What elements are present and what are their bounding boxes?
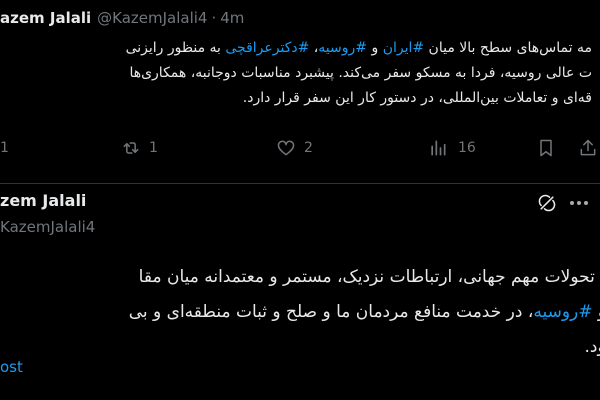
tweet1-text-segment: مه تماس‌های سطح بالا میان — [424, 40, 592, 56]
tweet2-text-line-2: ن و #روسیه، در خدمت منافع مردمان ما و صل… — [129, 295, 600, 330]
more-icon-dot — [577, 201, 581, 205]
tweet1-text-line-2: ت عالی روسیه، فردا به مسکو سفر می‌کند. پ… — [129, 65, 592, 81]
tweet1-text-line-1: مه تماس‌های سطح بالا میان #ایران و #روسی… — [126, 36, 592, 61]
views-button[interactable]: 16 — [428, 134, 476, 162]
more-button[interactable] — [570, 196, 592, 210]
more-icon-dot — [584, 201, 588, 205]
reply-button[interactable]: 1 — [0, 134, 9, 162]
hashtag-russia[interactable]: #روسیه — [318, 40, 367, 56]
hashtag-araghchi[interactable]: #دکترعراقچی — [225, 40, 309, 56]
tweet1-text-segment: و — [367, 40, 383, 56]
more-icon-dot — [570, 201, 574, 205]
like-count: 2 — [304, 140, 313, 156]
grok-icon — [538, 194, 556, 212]
tweet2-text-segment: ، در خدمت منافع مردمان ما و صلح و ثبات م… — [128, 302, 534, 322]
hashtag-russia[interactable]: #روسیه — [533, 302, 592, 322]
grok-button[interactable] — [537, 193, 557, 213]
tweet1-text-segment: به منظور رایزنی — [125, 40, 226, 56]
retweet-count: 1 — [149, 140, 158, 156]
views-count: 16 — [458, 140, 476, 156]
tweet1-header: azem Jalali @KazemJalali4 · 4m — [0, 6, 244, 30]
tweet-divider — [0, 183, 600, 184]
hashtag-iran[interactable]: #ایران — [383, 40, 424, 56]
tweet2-text-line-3: د بود. — [584, 337, 600, 357]
tweet2-footer-link[interactable]: ost — [0, 356, 23, 378]
bookmark-icon — [540, 139, 552, 157]
tweet1-action-bar: 1 1 2 16 — [0, 134, 600, 162]
retweet-button[interactable]: 1 — [121, 134, 158, 162]
retweet-icon — [123, 142, 139, 154]
tweet1-timestamp[interactable]: 4m — [220, 9, 244, 27]
share-icon — [580, 139, 596, 156]
tweet2-text: یانه تحولات مهم جهانی، ارتباطات نزدیک، م… — [129, 260, 600, 365]
bookmark-button[interactable] — [536, 134, 556, 162]
tweet2-display-name[interactable]: zem Jalali — [0, 189, 86, 213]
views-icon — [431, 140, 446, 156]
tweet2-text-line-1: یانه تحولات مهم جهانی، ارتباطات نزدیک، م… — [138, 267, 600, 287]
tweet1-separator: · — [211, 9, 217, 27]
tweet1-text-segment: ، — [309, 40, 319, 56]
reply-count: 1 — [0, 140, 9, 156]
tweet1-text-line-3: قه‌ای و تعاملات بین‌المللی، در دستور کار… — [242, 90, 592, 106]
tweet1-display-name[interactable]: azem Jalali — [0, 9, 91, 27]
like-icon — [277, 140, 295, 156]
tweet1-text: مه تماس‌های سطح بالا میان #ایران و #روسی… — [126, 36, 592, 111]
share-button[interactable] — [578, 134, 598, 162]
tweet2-text-segment: و — [592, 302, 600, 322]
tweet2-handle[interactable]: KazemJalali4 — [0, 215, 95, 239]
like-button[interactable]: 2 — [276, 134, 313, 162]
tweet1-handle[interactable]: @KazemJalali4 — [97, 9, 207, 27]
